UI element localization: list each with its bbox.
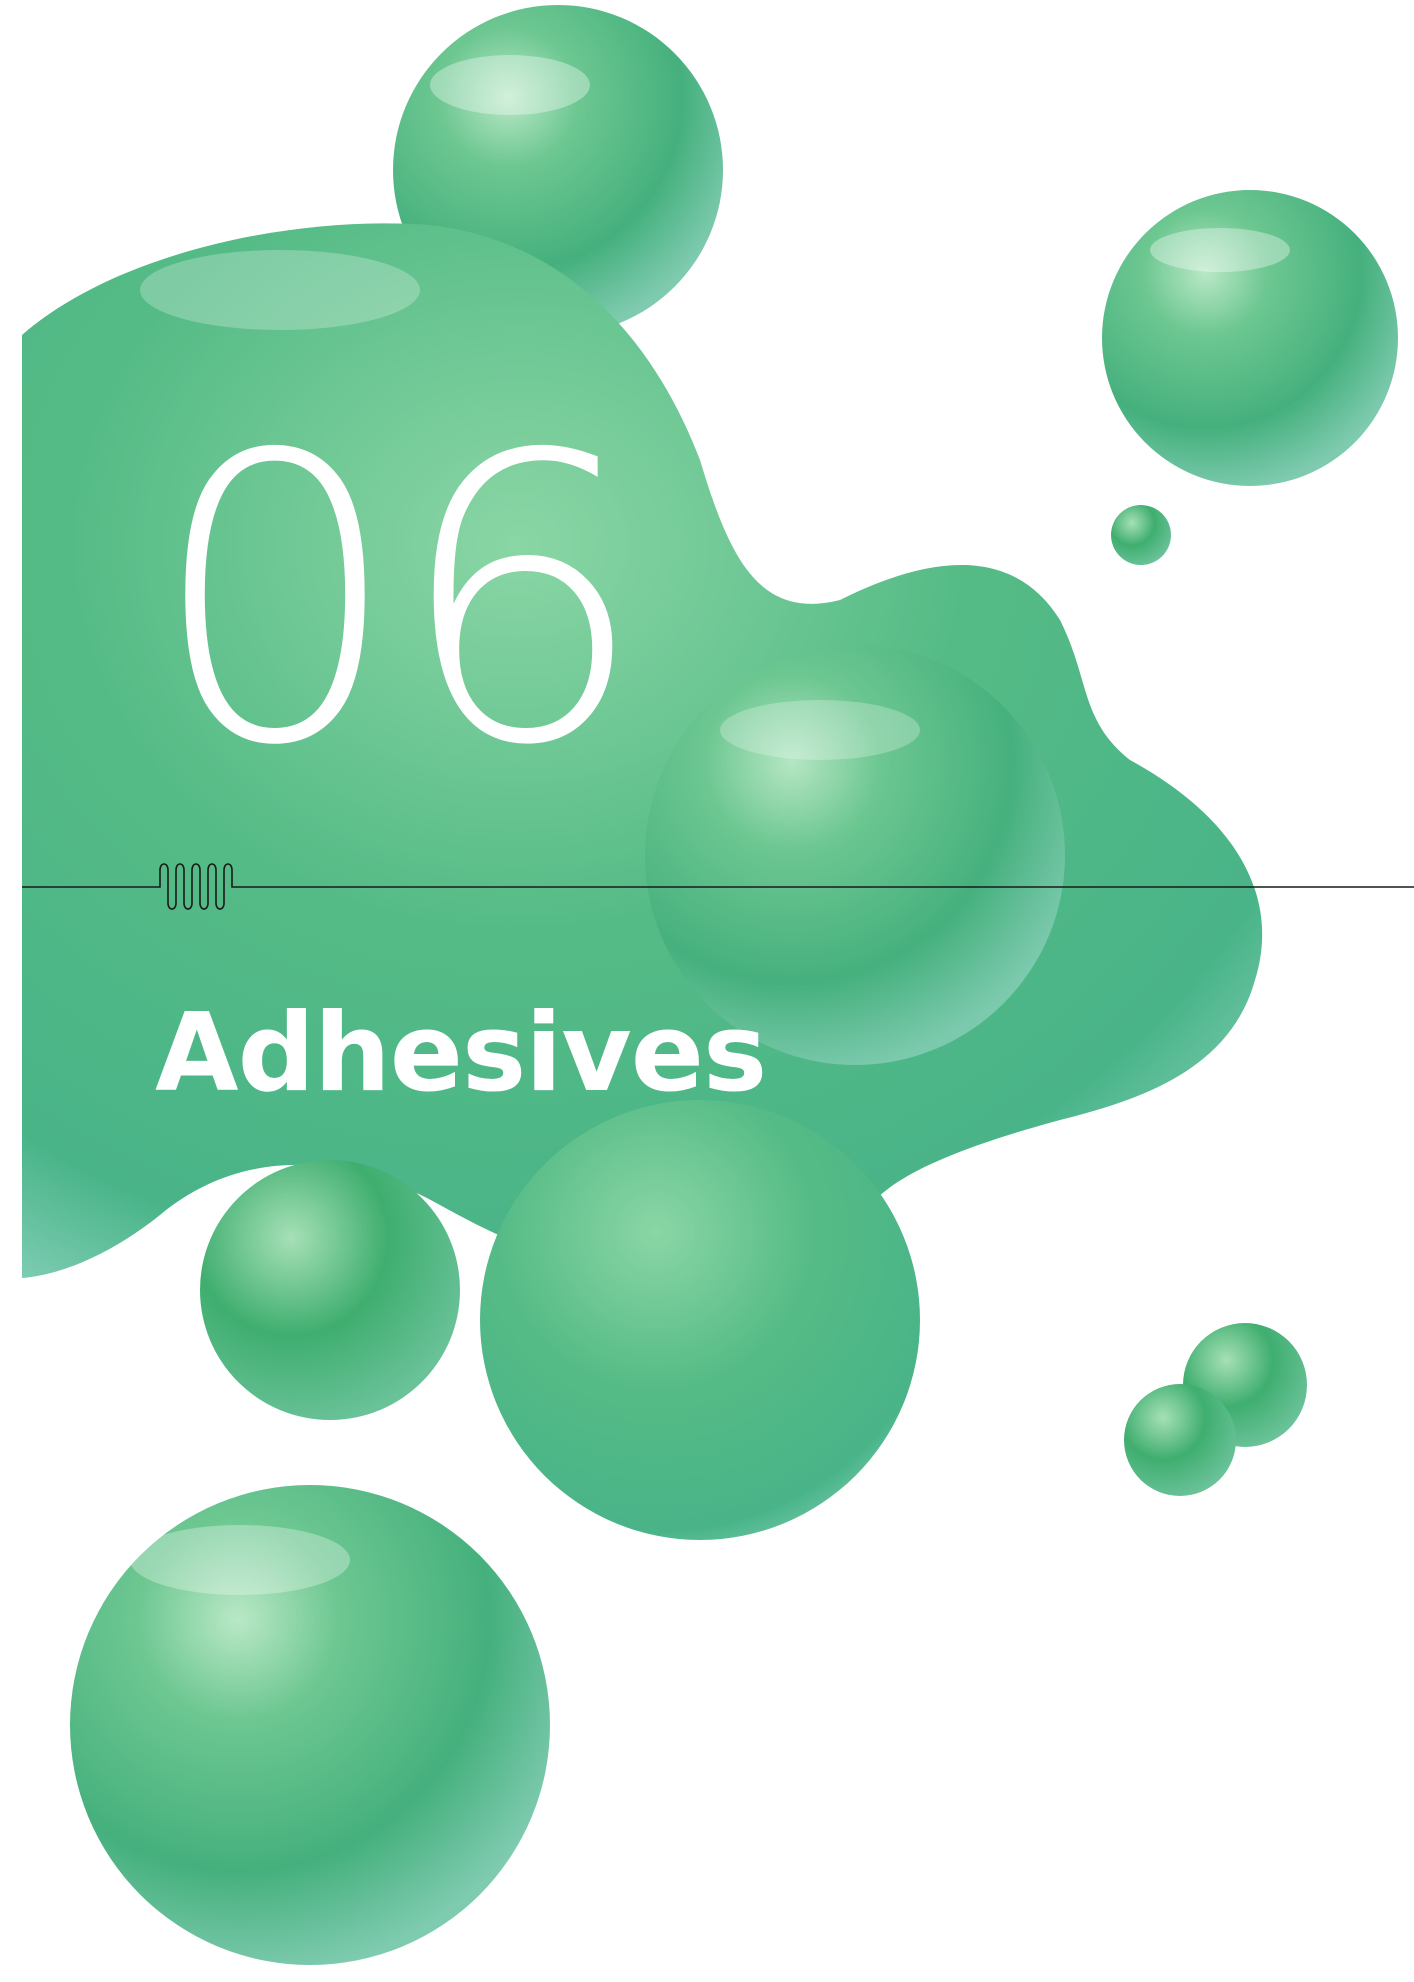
blob-highlight [1150, 228, 1290, 272]
blob-sphere-small-left [200, 1160, 460, 1420]
chapter-number: 06 [150, 372, 647, 832]
blob-highlight [130, 1525, 350, 1595]
blob-highlight [720, 700, 920, 760]
blob-sphere-lower [480, 1100, 920, 1540]
blob-sphere-right-b [1124, 1384, 1236, 1496]
chapter-title: Adhesives [155, 991, 767, 1116]
blob-highlight [430, 55, 590, 115]
blob-droplet-small [1111, 505, 1171, 565]
chapter-cover-page: 06 Adhesives [0, 0, 1414, 1982]
blob-highlight [140, 250, 420, 330]
